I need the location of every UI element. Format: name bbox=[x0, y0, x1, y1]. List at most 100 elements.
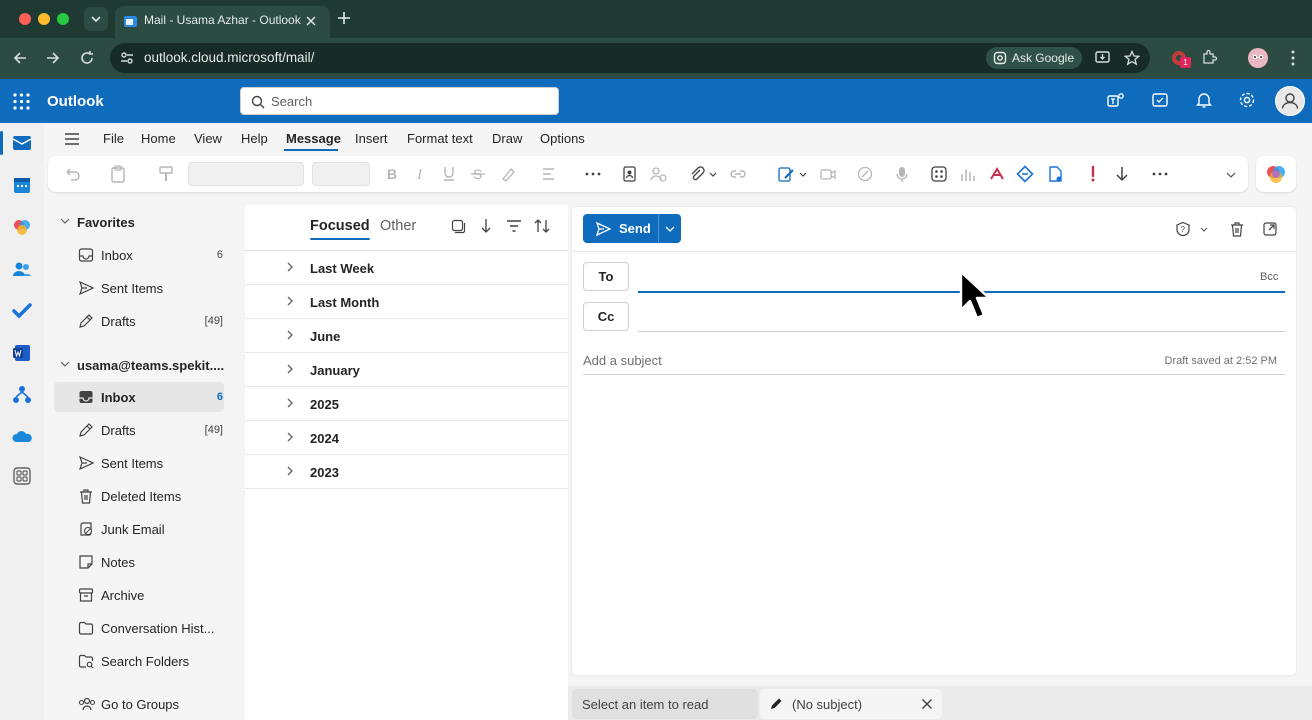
copilot-app-icon[interactable] bbox=[11, 216, 33, 238]
calendar-icon[interactable] bbox=[11, 174, 33, 196]
highlight-icon[interactable] bbox=[499, 165, 517, 183]
date-group-row[interactable]: June bbox=[245, 319, 568, 353]
minimize-window-button[interactable] bbox=[38, 13, 50, 25]
folder-inbox[interactable]: Inbox 6 bbox=[54, 382, 224, 412]
sort-icon[interactable] bbox=[533, 218, 551, 234]
close-draft-tab-icon[interactable] bbox=[921, 698, 933, 710]
underline-icon[interactable] bbox=[441, 165, 457, 183]
search-input[interactable]: Search bbox=[240, 87, 559, 115]
meeting-video-icon[interactable] bbox=[819, 165, 837, 183]
sensitivity-dropdown-icon[interactable] bbox=[1199, 221, 1209, 237]
org-explorer-icon[interactable] bbox=[11, 384, 33, 406]
folder-sent-items[interactable]: Sent Items bbox=[54, 448, 224, 478]
more-options-icon[interactable] bbox=[585, 165, 601, 183]
format-painter-icon[interactable] bbox=[157, 165, 175, 183]
tab-other[interactable]: Other bbox=[380, 218, 416, 234]
teams-icon[interactable] bbox=[1107, 91, 1125, 109]
addin-document-icon[interactable] bbox=[1046, 165, 1064, 183]
folder-search-folders[interactable]: Search Folders bbox=[54, 646, 224, 676]
tab-view[interactable]: View bbox=[194, 131, 222, 146]
date-group-row[interactable]: 2025 bbox=[245, 387, 568, 421]
back-icon[interactable] bbox=[12, 50, 28, 66]
sensitivity-icon[interactable]: ? bbox=[1175, 221, 1191, 237]
font-family-select[interactable] bbox=[188, 162, 304, 186]
italic-icon[interactable]: I bbox=[413, 165, 429, 183]
cc-input[interactable] bbox=[638, 331, 1285, 332]
to-button[interactable]: To bbox=[583, 262, 629, 291]
favorite-drafts[interactable]: Drafts [49] bbox=[54, 306, 224, 336]
more-apps-icon[interactable] bbox=[11, 465, 33, 487]
bold-icon[interactable]: B bbox=[384, 165, 400, 183]
tab-message[interactable]: Message bbox=[286, 131, 341, 146]
jump-to-icon[interactable] bbox=[479, 218, 493, 234]
link-icon[interactable] bbox=[729, 165, 747, 183]
browser-menu-icon[interactable] bbox=[1290, 50, 1296, 66]
ask-google-button[interactable]: Ask Google bbox=[985, 47, 1082, 69]
folder-drafts[interactable]: Drafts [49] bbox=[54, 415, 224, 445]
addin-red-icon[interactable] bbox=[988, 165, 1006, 183]
maximize-window-button[interactable] bbox=[57, 13, 69, 25]
date-group-row[interactable]: Last Week bbox=[245, 251, 568, 285]
attach-file-icon[interactable] bbox=[688, 165, 706, 183]
app-launcher-icon[interactable] bbox=[13, 93, 30, 110]
my-day-icon[interactable] bbox=[1151, 91, 1169, 109]
tab-options[interactable]: Options bbox=[540, 131, 585, 146]
account-avatar[interactable] bbox=[1275, 86, 1305, 116]
font-size-select[interactable] bbox=[312, 162, 370, 186]
paste-icon[interactable] bbox=[109, 165, 127, 183]
copilot-button[interactable] bbox=[1256, 156, 1296, 192]
attach-dropdown-icon[interactable] bbox=[708, 165, 718, 183]
strikethrough-icon[interactable]: S bbox=[470, 165, 486, 183]
settings-gear-icon[interactable] bbox=[1238, 91, 1256, 109]
reading-pane-tab[interactable]: Select an item to read bbox=[572, 689, 758, 719]
folder-conversation-history[interactable]: Conversation Hist... bbox=[54, 613, 224, 643]
addin-blue-icon[interactable] bbox=[1016, 165, 1034, 183]
address-bar[interactable]: outlook.cloud.microsoft/mail/ Ask Google bbox=[110, 43, 1150, 73]
tab-home[interactable]: Home bbox=[141, 131, 176, 146]
pop-out-icon[interactable] bbox=[1262, 221, 1278, 237]
tab-insert[interactable]: Insert bbox=[355, 131, 388, 146]
favorite-sent-items[interactable]: Sent Items bbox=[54, 273, 224, 303]
notifications-bell-icon[interactable] bbox=[1195, 91, 1213, 109]
low-importance-icon[interactable] bbox=[1114, 165, 1130, 183]
tab-file[interactable]: File bbox=[103, 131, 124, 146]
close-tab-icon[interactable] bbox=[305, 15, 317, 27]
extensions-puzzle-icon[interactable] bbox=[1201, 49, 1218, 66]
favorite-inbox[interactable]: Inbox 6 bbox=[54, 240, 224, 270]
bookmark-star-icon[interactable] bbox=[1124, 50, 1140, 66]
discard-trash-icon[interactable] bbox=[1229, 221, 1245, 237]
subject-input[interactable]: Add a subject bbox=[583, 353, 662, 368]
tab-draw[interactable]: Draw bbox=[492, 131, 522, 146]
undo-icon[interactable] bbox=[63, 165, 81, 183]
forward-icon[interactable] bbox=[45, 50, 61, 66]
date-group-row[interactable]: Last Month bbox=[245, 285, 568, 319]
date-group-row[interactable]: 2024 bbox=[245, 421, 568, 455]
hamburger-menu-icon[interactable] bbox=[64, 132, 80, 146]
onedrive-cloud-icon[interactable] bbox=[11, 426, 33, 448]
send-options-chevron-icon[interactable] bbox=[664, 224, 676, 234]
check-names-icon[interactable] bbox=[649, 165, 667, 183]
loop-component-icon[interactable] bbox=[856, 165, 874, 183]
todo-check-icon[interactable] bbox=[11, 300, 33, 322]
mail-icon[interactable] bbox=[11, 132, 33, 154]
folder-notes[interactable]: Notes bbox=[54, 547, 224, 577]
date-group-row[interactable]: January bbox=[245, 353, 568, 387]
ribbon-overflow-icon[interactable] bbox=[1152, 165, 1168, 183]
go-to-groups[interactable]: Go to Groups bbox=[54, 689, 224, 719]
new-tab-icon[interactable] bbox=[337, 11, 351, 25]
address-book-icon[interactable] bbox=[621, 165, 637, 183]
viva-insights-chart-icon[interactable] bbox=[959, 165, 977, 183]
paragraph-icon[interactable] bbox=[540, 165, 558, 183]
select-messages-icon[interactable] bbox=[451, 219, 466, 234]
bcc-button[interactable]: Bcc bbox=[1260, 271, 1278, 283]
folder-junk-email[interactable]: Junk Email bbox=[54, 514, 224, 544]
folder-archive[interactable]: Archive bbox=[54, 580, 224, 610]
apps-grid-icon[interactable] bbox=[930, 165, 948, 183]
cc-button[interactable]: Cc bbox=[583, 302, 629, 331]
folder-deleted-items[interactable]: Deleted Items bbox=[54, 481, 224, 511]
signature-icon[interactable] bbox=[777, 165, 795, 183]
date-group-row[interactable]: 2023 bbox=[245, 455, 568, 489]
tab-format-text[interactable]: Format text bbox=[407, 131, 473, 146]
profile-avatar[interactable] bbox=[1248, 48, 1268, 68]
draft-tab[interactable]: (No subject) bbox=[760, 689, 942, 719]
